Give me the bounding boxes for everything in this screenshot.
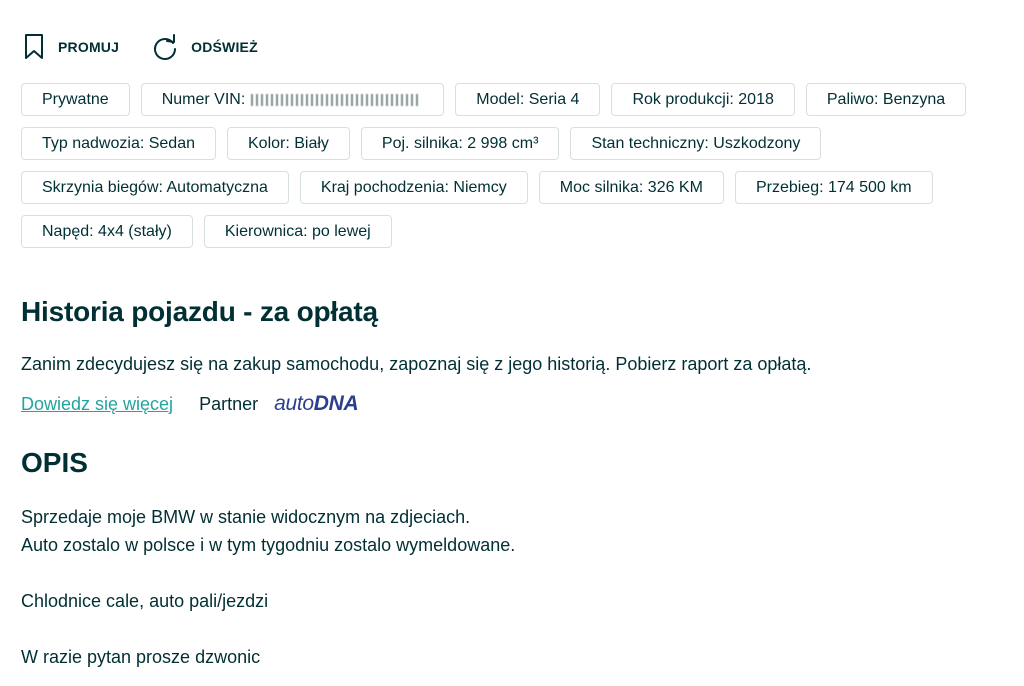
param-body-type: Typ nadwozia: Sedan: [21, 127, 216, 160]
description-body: Sprzedaje moje BMW w stanie widocznym na…: [21, 503, 515, 671]
param-label: Numer VIN:: [161, 90, 246, 108]
param-fuel: Paliwo: Benzyna: [805, 83, 967, 116]
param-label: Paliwo: Benzyna: [826, 90, 946, 108]
param-label: Typ nadwozia: Sedan: [42, 134, 195, 152]
autodna-logo-auto: auto: [274, 392, 314, 415]
param-origin-country: Kraj pochodzenia: Niemcy: [299, 171, 528, 204]
ad-actions: PROMUJ ODŚWIEŻ: [22, 32, 258, 62]
refresh-label: ODŚWIEŻ: [191, 39, 258, 55]
param-steering: Kierownica: po lewej: [203, 215, 392, 248]
param-engine-power: Moc silnika: 326 KM: [538, 171, 724, 204]
autodna-logo-dna: DNA: [313, 392, 359, 415]
param-color: Kolor: Biały: [227, 127, 350, 160]
param-label: Kolor: Biały: [248, 134, 329, 152]
refresh-button[interactable]: ODŚWIEŻ: [151, 33, 258, 61]
param-drive: Napęd: 4x4 (stały): [21, 215, 193, 248]
param-engine-capacity: Poj. silnika: 2 998 cm³: [360, 127, 560, 160]
parameters-list: Prywatne Numer VIN: Model: Seria 4 Rok p…: [21, 83, 1011, 248]
param-gearbox: Skrzynia biegów: Automatyczna: [21, 171, 289, 204]
param-label: Stan techniczny: Uszkodzony: [591, 134, 801, 152]
param-label: Kraj pochodzenia: Niemcy: [320, 178, 507, 196]
learn-more-link[interactable]: Dowiedz się więcej: [21, 394, 173, 415]
promote-label: PROMUJ: [58, 39, 120, 55]
param-vin: Numer VIN:: [140, 83, 445, 116]
param-label: Prywatne: [42, 90, 109, 108]
param-label: Rok produkcji: 2018: [632, 90, 774, 108]
autodna-logo[interactable]: autoDNA: [274, 392, 359, 416]
vehicle-history-text: Zanim zdecydujesz się na zakup samochodu…: [21, 354, 812, 374]
vehicle-history-links: Dowiedz się więcej Partner autoDNA: [21, 392, 359, 416]
param-year: Rok produkcji: 2018: [611, 83, 795, 116]
param-label: Napęd: 4x4 (stały): [42, 222, 172, 240]
bookmark-icon: [25, 34, 43, 59]
param-label: Kierownica: po lewej: [224, 222, 371, 240]
refresh-icon: [154, 34, 177, 60]
vehicle-history-title: Historia pojazdu - za opłatą: [21, 296, 378, 327]
param-label: Skrzynia biegów: Automatyczna: [42, 178, 268, 196]
description-line: Auto zostalo w polsce i w tym tygodniu z…: [21, 535, 516, 555]
param-seller-type: Prywatne: [21, 83, 130, 116]
param-label: Moc silnika: 326 KM: [559, 178, 703, 196]
param-model: Model: Seria 4: [455, 83, 601, 116]
vin-masked-value: [251, 93, 422, 106]
description-line: W razie pytan prosze dzwonic: [21, 647, 261, 667]
description-line: Sprzedaje moje BMW w stanie widocznym na…: [21, 507, 471, 527]
description-title: OPIS: [21, 447, 88, 478]
partner-label: Partner: [199, 393, 259, 414]
param-label: Poj. silnika: 2 998 cm³: [381, 134, 539, 152]
description-line: Chlodnice cale, auto pali/jezdzi: [21, 591, 269, 611]
promote-button[interactable]: PROMUJ: [22, 33, 119, 61]
param-condition: Stan techniczny: Uszkodzony: [570, 127, 822, 160]
param-mileage: Przebieg: 174 500 km: [734, 171, 933, 204]
param-label: Przebieg: 174 500 km: [755, 178, 912, 196]
param-label: Model: Seria 4: [476, 90, 580, 108]
